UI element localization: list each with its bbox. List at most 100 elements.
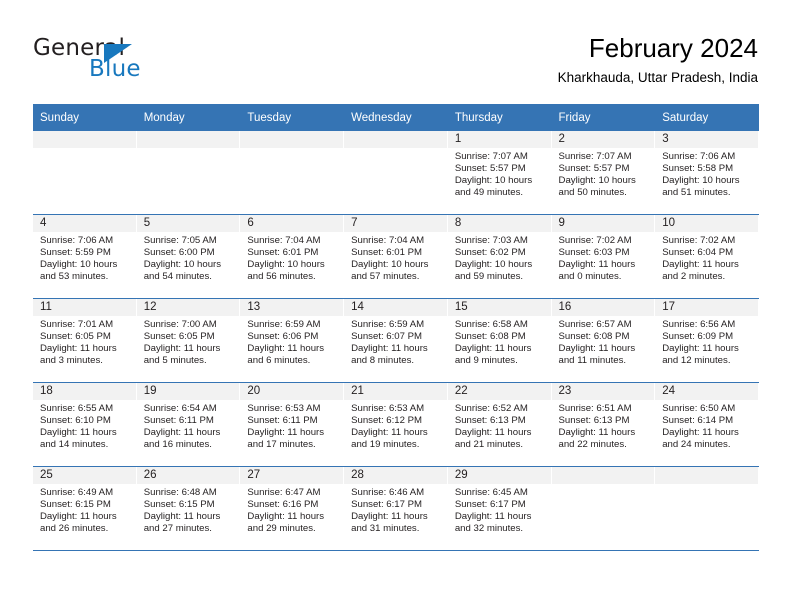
daylight-text-line2: and 50 minutes. xyxy=(558,187,627,199)
weekday-header-thursday: Thursday xyxy=(447,104,552,131)
day-number xyxy=(551,467,656,484)
day-cell[interactable]: 20 Sunrise: 6:53 AM Sunset: 6:11 PM Dayligh… xyxy=(240,383,345,466)
calendar-cell[interactable]: 8 Sunrise: 7:03 AM Sunset: 6:02 PM Daylight… xyxy=(447,214,552,299)
sunset-text: Sunset: 6:14 PM xyxy=(662,415,734,427)
general-blue-logo[interactable]: General Blue xyxy=(33,37,213,83)
day-cell[interactable]: 10 Sunrise: 7:02 AM Sunset: 6:04 PM Dayligh… xyxy=(655,215,759,298)
day-cell[interactable]: 13 Sunrise: 6:59 AM Sunset: 6:06 PM Dayligh… xyxy=(240,299,345,382)
day-cell[interactable]: 12 Sunrise: 7:00 AM Sunset: 6:05 PM Dayligh… xyxy=(136,299,241,382)
calendar-cell[interactable]: 19 Sunrise: 6:54 AM Sunset: 6:11 PM Dayligh… xyxy=(136,382,241,467)
calendar-cell[interactable]: 10 Sunrise: 7:02 AM Sunset: 6:04 PM Dayligh… xyxy=(655,214,759,299)
sunset-text: Sunset: 6:12 PM xyxy=(351,415,423,427)
calendar-cell[interactable]: 20 Sunrise: 6:53 AM Sunset: 6:11 PM Dayligh… xyxy=(240,382,345,467)
day-cell[interactable]: 3 Sunrise: 7:06 AM Sunset: 5:58 PM Daylight… xyxy=(655,131,759,214)
calendar-cell[interactable]: 27 Sunrise: 6:47 AM Sunset: 6:16 PM Dayligh… xyxy=(240,466,345,551)
day-cell[interactable]: 23 Sunrise: 6:51 AM Sunset: 6:13 PM Dayligh… xyxy=(551,383,656,466)
day-cell[interactable]: 24 Sunrise: 6:50 AM Sunset: 6:14 PM Dayligh… xyxy=(655,383,759,466)
day-number: 27 xyxy=(240,467,345,484)
day-cell[interactable]: 26 Sunrise: 6:48 AM Sunset: 6:15 PM Dayligh… xyxy=(136,467,241,550)
sunset-text: Sunset: 6:01 PM xyxy=(247,247,319,259)
calendar-cell[interactable]: 14 Sunrise: 6:59 AM Sunset: 6:07 PM Dayligh… xyxy=(344,298,448,383)
calendar-cell[interactable]: 22 Sunrise: 6:52 AM Sunset: 6:13 PM Dayligh… xyxy=(447,382,552,467)
daylight-text-line1: Daylight: 11 hours xyxy=(558,427,636,439)
weekday-header-monday: Monday xyxy=(136,104,241,131)
day-cell[interactable]: 18 Sunrise: 6:55 AM Sunset: 6:10 PM Dayligh… xyxy=(33,383,137,466)
day-cell[interactable]: 14 Sunrise: 6:59 AM Sunset: 6:07 PM Dayligh… xyxy=(344,299,448,382)
day-cell[interactable]: 16 Sunrise: 6:57 AM Sunset: 6:08 PM Dayligh… xyxy=(551,299,656,382)
sun-info: Sunrise: 7:04 AM Sunset: 6:01 PM Daylight:… xyxy=(344,232,448,283)
sunrise-text: Sunrise: 7:00 AM xyxy=(143,319,217,330)
sunset-text: Sunset: 6:11 PM xyxy=(247,415,318,427)
day-number: 24 xyxy=(655,383,759,400)
sunrise-text: Sunrise: 7:06 AM xyxy=(662,151,736,162)
calendar-cell[interactable]: 18 Sunrise: 6:55 AM Sunset: 6:10 PM Dayligh… xyxy=(33,382,137,467)
calendar-cell[interactable]: 6 Sunrise: 7:04 AM Sunset: 6:01 PM Daylight… xyxy=(240,214,345,299)
calendar-cell[interactable]: 21 Sunrise: 6:53 AM Sunset: 6:12 PM Dayligh… xyxy=(344,382,448,467)
day-number: 25 xyxy=(33,467,137,484)
day-cell[interactable]: 9 Sunrise: 7:02 AM Sunset: 6:03 PM Daylight… xyxy=(551,215,656,298)
sunset-text: Sunset: 6:05 PM xyxy=(143,331,215,343)
calendar-cell[interactable]: 11 Sunrise: 7:01 AM Sunset: 6:05 PM Dayligh… xyxy=(33,298,137,383)
calendar-cell[interactable]: 13 Sunrise: 6:59 AM Sunset: 6:06 PM Dayligh… xyxy=(240,298,345,383)
day-cell[interactable]: 21 Sunrise: 6:53 AM Sunset: 6:12 PM Dayligh… xyxy=(344,383,448,466)
sunrise-text: Sunrise: 6:59 AM xyxy=(247,319,321,330)
calendar-cell[interactable]: 29 Sunrise: 6:45 AM Sunset: 6:17 PM Dayligh… xyxy=(447,466,552,551)
sunrise-text: Sunrise: 6:45 AM xyxy=(454,487,528,498)
calendar-cell[interactable]: 16 Sunrise: 6:57 AM Sunset: 6:08 PM Dayligh… xyxy=(551,298,656,383)
sun-info: Sunrise: 7:00 AM Sunset: 6:05 PM Daylight:… xyxy=(137,316,241,367)
calendar-cell[interactable]: 9 Sunrise: 7:02 AM Sunset: 6:03 PM Daylight… xyxy=(551,214,656,299)
sunrise-text: Sunrise: 6:59 AM xyxy=(351,319,425,330)
calendar-cell[interactable]: 2 Sunrise: 7:07 AM Sunset: 5:57 PM Daylight… xyxy=(551,131,656,215)
sunrise-text: Sunrise: 7:02 AM xyxy=(662,235,736,246)
day-cell[interactable]: 28 Sunrise: 6:46 AM Sunset: 6:17 PM Dayligh… xyxy=(344,467,448,550)
calendar-cell[interactable]: 4 Sunrise: 7:06 AM Sunset: 5:59 PM Daylight… xyxy=(33,214,137,299)
day-cell[interactable]: 29 Sunrise: 6:45 AM Sunset: 6:17 PM Dayligh… xyxy=(447,467,552,550)
daylight-text-line1: Daylight: 11 hours xyxy=(662,259,739,271)
day-cell[interactable]: 7 Sunrise: 7:04 AM Sunset: 6:01 PM Daylight… xyxy=(344,215,448,298)
sunset-text: Sunset: 6:13 PM xyxy=(558,415,630,427)
day-cell[interactable]: 1 Sunrise: 7:07 AM Sunset: 5:57 PM Daylight… xyxy=(447,131,552,214)
calendar-cell[interactable]: 5 Sunrise: 7:05 AM Sunset: 6:00 PM Daylight… xyxy=(136,214,241,299)
page-subtitle: Kharkhauda, Uttar Pradesh, India xyxy=(557,70,758,85)
sunset-text: Sunset: 6:17 PM xyxy=(351,499,423,511)
daylight-text-line1: Daylight: 11 hours xyxy=(247,511,325,523)
calendar-cell[interactable]: 24 Sunrise: 6:50 AM Sunset: 6:14 PM Dayligh… xyxy=(655,382,759,467)
day-cell[interactable]: 25 Sunrise: 6:49 AM Sunset: 6:15 PM Dayligh… xyxy=(33,467,137,550)
day-cell[interactable]: 2 Sunrise: 7:07 AM Sunset: 5:57 PM Daylight… xyxy=(551,131,656,214)
empty-day-cell xyxy=(240,131,345,214)
sunrise-text: Sunrise: 6:46 AM xyxy=(351,487,425,498)
day-cell[interactable]: 19 Sunrise: 6:54 AM Sunset: 6:11 PM Dayligh… xyxy=(136,383,241,466)
weekday-header-sunday: Sunday xyxy=(33,104,137,131)
day-cell[interactable]: 27 Sunrise: 6:47 AM Sunset: 6:16 PM Dayligh… xyxy=(240,467,345,550)
day-number: 17 xyxy=(655,299,759,316)
calendar-cell[interactable]: 17 Sunrise: 6:56 AM Sunset: 6:09 PM Dayligh… xyxy=(655,298,759,383)
day-cell[interactable]: 8 Sunrise: 7:03 AM Sunset: 6:02 PM Daylight… xyxy=(447,215,552,298)
calendar-cell[interactable]: 26 Sunrise: 6:48 AM Sunset: 6:15 PM Dayligh… xyxy=(136,466,241,551)
daylight-text-line2: and 12 minutes. xyxy=(662,355,731,367)
daylight-text-line1: Daylight: 11 hours xyxy=(351,343,428,355)
calendar-cell[interactable]: 3 Sunrise: 7:06 AM Sunset: 5:58 PM Daylight… xyxy=(655,131,759,215)
day-cell[interactable]: 17 Sunrise: 6:56 AM Sunset: 6:09 PM Dayligh… xyxy=(655,299,759,382)
calendar-cell[interactable]: 7 Sunrise: 7:04 AM Sunset: 6:01 PM Daylight… xyxy=(344,214,448,299)
sunrise-text: Sunrise: 7:04 AM xyxy=(351,235,425,246)
calendar-cell[interactable]: 1 Sunrise: 7:07 AM Sunset: 5:57 PM Daylight… xyxy=(447,131,552,215)
calendar-cell[interactable]: 25 Sunrise: 6:49 AM Sunset: 6:15 PM Dayligh… xyxy=(33,466,137,551)
calendar-cell[interactable]: 23 Sunrise: 6:51 AM Sunset: 6:13 PM Dayligh… xyxy=(551,382,656,467)
daylight-text-line1: Daylight: 10 hours xyxy=(247,259,325,271)
daylight-text-line2: and 3 minutes. xyxy=(40,355,103,367)
day-cell[interactable]: 5 Sunrise: 7:05 AM Sunset: 6:00 PM Daylight… xyxy=(136,215,241,298)
daylight-text-line2: and 22 minutes. xyxy=(558,439,627,451)
sun-info: Sunrise: 7:07 AM Sunset: 5:57 PM Daylight:… xyxy=(552,148,656,199)
day-number: 20 xyxy=(240,383,345,400)
daylight-text-line1: Daylight: 11 hours xyxy=(143,343,221,355)
day-cell[interactable]: 4 Sunrise: 7:06 AM Sunset: 5:59 PM Daylight… xyxy=(33,215,137,298)
day-cell[interactable]: 11 Sunrise: 7:01 AM Sunset: 6:05 PM Dayligh… xyxy=(33,299,137,382)
calendar-cell[interactable]: 15 Sunrise: 6:58 AM Sunset: 6:08 PM Dayligh… xyxy=(447,298,552,383)
daylight-text-line2: and 6 minutes. xyxy=(247,355,311,367)
calendar-cell[interactable]: 28 Sunrise: 6:46 AM Sunset: 6:17 PM Dayligh… xyxy=(344,466,448,551)
day-cell[interactable]: 6 Sunrise: 7:04 AM Sunset: 6:01 PM Daylight… xyxy=(240,215,345,298)
daylight-text-line2: and 8 minutes. xyxy=(351,355,415,367)
calendar-cell[interactable]: 12 Sunrise: 7:00 AM Sunset: 6:05 PM Dayligh… xyxy=(136,298,241,383)
day-cell[interactable]: 22 Sunrise: 6:52 AM Sunset: 6:13 PM Dayligh… xyxy=(447,383,552,466)
day-cell[interactable]: 15 Sunrise: 6:58 AM Sunset: 6:08 PM Dayligh… xyxy=(447,299,552,382)
